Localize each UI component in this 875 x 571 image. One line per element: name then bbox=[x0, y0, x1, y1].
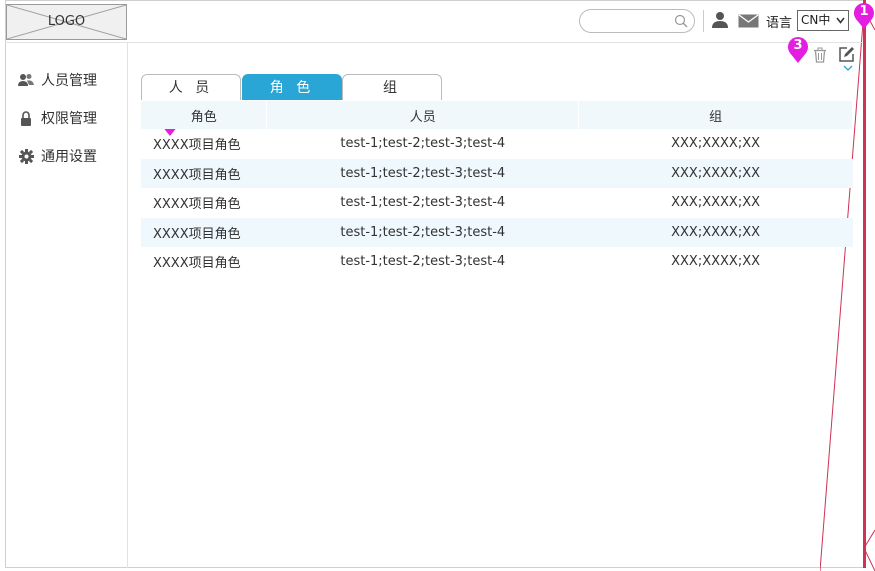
sidebar-divider bbox=[127, 42, 128, 568]
trash-icon[interactable] bbox=[812, 47, 828, 63]
annotation-marker-3: 3 bbox=[787, 36, 809, 64]
column-header-group[interactable]: 组 bbox=[578, 101, 853, 129]
roles-table: 角色 人员 组 XXXX项目角色 test-1;test-2;test-3;te… bbox=[141, 101, 853, 277]
annotation-lines bbox=[820, 9, 875, 571]
language-select[interactable]: CN中 bbox=[797, 10, 849, 31]
table-header-row: 角色 人员 组 bbox=[141, 101, 853, 129]
tab-roles[interactable]: 角 色 bbox=[242, 74, 342, 100]
edge-line bbox=[863, 0, 866, 568]
cell-role: XXXX项目角色 bbox=[153, 138, 241, 154]
cell-group: XXX;XXXX;XX bbox=[671, 136, 761, 152]
sidebar-item-personnel[interactable]: 人员管理 bbox=[18, 69, 123, 91]
sidebar-item-settings[interactable]: 通用设置 bbox=[18, 145, 123, 167]
cell-personnel: test-1;test-2;test-3;test-4 bbox=[340, 136, 506, 152]
language-value: CN中 bbox=[801, 13, 831, 27]
chevron-down-icon bbox=[836, 17, 845, 24]
gear-icon bbox=[18, 148, 34, 164]
language-label: 语言 bbox=[766, 16, 793, 31]
cell-personnel: test-1;test-2;test-3;test-4 bbox=[266, 158, 579, 188]
cell-personnel: test-1;test-2;test-3;test-4 bbox=[340, 195, 506, 211]
sidebar-item-label: 权限管理 bbox=[41, 111, 97, 127]
cell-role: XXXX项目角色 bbox=[153, 256, 241, 272]
cell-group: XXX;XXXX;XX bbox=[671, 195, 761, 211]
table-row[interactable]: XXXX项目角色 test-1;test-2;test-3;test-4 XXX… bbox=[141, 247, 853, 277]
mail-icon[interactable] bbox=[738, 14, 759, 28]
search-icon[interactable] bbox=[674, 14, 688, 28]
search-input[interactable] bbox=[579, 9, 695, 33]
user-icon[interactable] bbox=[711, 11, 729, 29]
header-separator bbox=[703, 10, 704, 32]
sidebar-item-permissions[interactable]: 权限管理 bbox=[18, 107, 123, 129]
table-row[interactable]: XXXX项目角色 test-1;test-2;test-3;test-4 XXX… bbox=[141, 129, 853, 159]
cell-group: XXX;XXXX;XX bbox=[578, 158, 853, 188]
cell-group: XXX;XXXX;XX bbox=[578, 217, 853, 247]
annotation-marker-1: 1 bbox=[853, 2, 875, 30]
sidebar-item-label: 通用设置 bbox=[41, 149, 97, 165]
cell-personnel: test-1;test-2;test-3;test-4 bbox=[340, 254, 506, 270]
tab-groups[interactable]: 组 bbox=[342, 74, 442, 100]
cell-group: XXX;XXXX;XX bbox=[671, 254, 761, 270]
chevron-down-icon[interactable] bbox=[843, 65, 853, 72]
table-row[interactable]: XXXX项目角色 test-1;test-2;test-3;test-4 XXX… bbox=[141, 217, 853, 247]
cell-role: XXXX项目角色 bbox=[141, 217, 267, 247]
tab-personnel[interactable]: 人 员 bbox=[141, 74, 241, 100]
sidebar-item-label: 人员管理 bbox=[41, 73, 97, 89]
logo-text: LOGO bbox=[47, 14, 86, 29]
logo: LOGO bbox=[6, 4, 127, 40]
column-header-personnel[interactable]: 人员 bbox=[266, 101, 580, 129]
column-header-role[interactable]: 角色 bbox=[141, 101, 268, 129]
table-row[interactable]: XXXX项目角色 test-1;test-2;test-3;test-4 XXX… bbox=[141, 158, 853, 188]
edit-icon[interactable] bbox=[838, 46, 855, 63]
cell-role: XXXX项目角色 bbox=[153, 197, 241, 213]
users-icon bbox=[18, 72, 34, 88]
table-row[interactable]: XXXX项目角色 test-1;test-2;test-3;test-4 XXX… bbox=[141, 188, 853, 218]
lock-icon bbox=[18, 110, 34, 126]
header-divider bbox=[5, 42, 863, 43]
cell-role: XXXX项目角色 bbox=[141, 158, 267, 188]
cell-personnel: test-1;test-2;test-3;test-4 bbox=[266, 217, 579, 247]
